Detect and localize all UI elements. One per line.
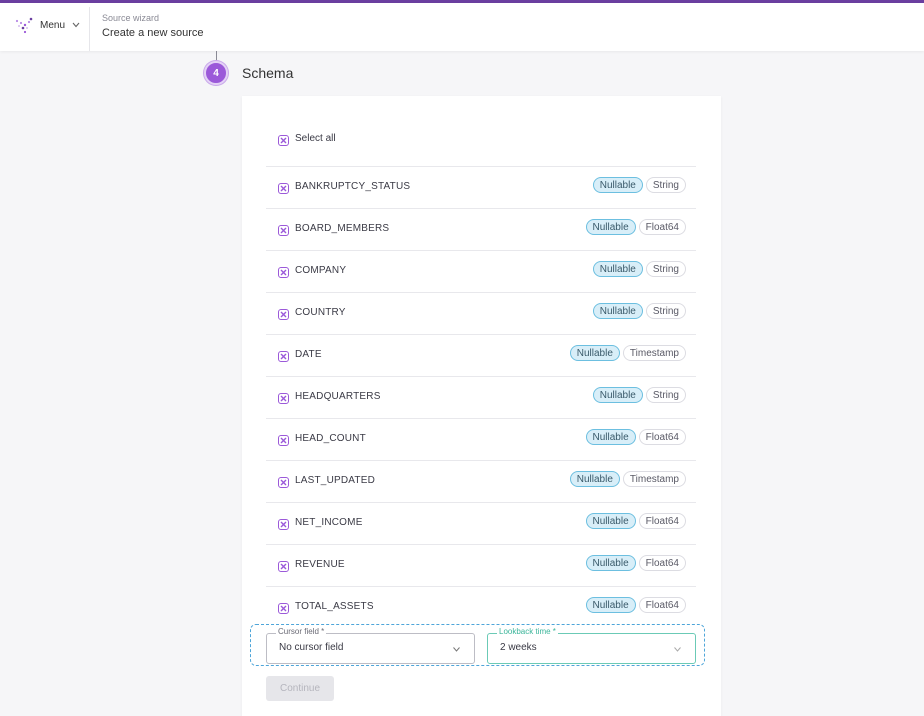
field-name: COMPANY [295, 265, 347, 276]
schema-field-row[interactable]: LAST_UPDATED Nullable Timestamp [266, 460, 696, 502]
field-badges: Nullable Float64 [585, 597, 686, 613]
lookback-time-label: Lookback time * [497, 627, 558, 636]
menu-button[interactable]: Menu [0, 3, 89, 51]
type-badge: Float64 [638, 555, 686, 571]
type-badge: Timestamp [622, 345, 686, 361]
schema-field-row[interactable]: HEADQUARTERS Nullable String [266, 376, 696, 418]
schema-field-row[interactable]: COMPANY Nullable String [266, 250, 696, 292]
cursor-field-label: Cursor field * [276, 627, 327, 636]
schema-field-row[interactable]: BOARD_MEMBERS Nullable Float64 [266, 208, 696, 250]
checkbox-checked-icon [278, 135, 289, 146]
type-badge: Float64 [638, 429, 686, 445]
nullable-badge: Nullable [585, 597, 636, 613]
schema-field-list: BANKRUPTCY_STATUS Nullable String BOARD_MEM… [266, 166, 696, 628]
checkbox-checked-icon[interactable] [278, 393, 289, 404]
lookback-time-value: 2 weeks [500, 642, 537, 653]
field-name: TOTAL_ASSETS [295, 601, 374, 612]
schema-field-row[interactable]: TOTAL_ASSETS Nullable Float64 [266, 586, 696, 628]
field-badges: Nullable String [592, 303, 686, 319]
schema-field-row[interactable]: BANKRUPTCY_STATUS Nullable String [266, 166, 696, 208]
field-name: BOARD_MEMBERS [295, 223, 390, 234]
schema-card: Select all BANKRUPTCY_STATUS Nullable Stri… [242, 96, 721, 716]
chevron-down-icon [674, 647, 681, 652]
nullable-badge: Nullable [585, 555, 636, 571]
checkbox-checked-icon[interactable] [278, 351, 289, 362]
checkbox-checked-icon[interactable] [278, 561, 289, 572]
continue-button[interactable]: Continue [266, 676, 334, 701]
field-name: NET_INCOME [295, 517, 363, 528]
chevron-down-icon [453, 647, 460, 652]
type-badge: Timestamp [622, 471, 686, 487]
nullable-badge: Nullable [569, 345, 620, 361]
checkbox-checked-icon[interactable] [278, 309, 289, 320]
type-badge: String [645, 177, 686, 193]
field-name: LAST_UPDATED [295, 475, 376, 486]
field-badges: Nullable Float64 [585, 555, 686, 571]
checkbox-checked-icon[interactable] [278, 225, 289, 236]
schema-field-row[interactable]: DATE Nullable Timestamp [266, 334, 696, 376]
field-badges: Nullable Float64 [585, 513, 686, 529]
checkbox-checked-icon[interactable] [278, 603, 289, 614]
header-divider [89, 7, 90, 51]
field-badges: Nullable Timestamp [569, 345, 686, 361]
type-badge: String [645, 261, 686, 277]
chevron-down-icon [72, 22, 80, 28]
step-connector [216, 51, 217, 61]
checkbox-checked-icon[interactable] [278, 519, 289, 530]
field-badges: Nullable Timestamp [569, 471, 686, 487]
checkbox-checked-icon[interactable] [278, 477, 289, 488]
lookback-time-select[interactable]: Lookback time * 2 weeks [487, 627, 696, 664]
nullable-badge: Nullable [592, 261, 643, 277]
cursor-field-value: No cursor field [279, 642, 344, 653]
nullable-badge: Nullable [592, 387, 643, 403]
app-header: Menu Source wizard Create a new source [0, 3, 924, 51]
field-badges: Nullable String [592, 387, 686, 403]
type-badge: Float64 [638, 597, 686, 613]
select-all-label: Select all [295, 133, 336, 144]
field-name: BANKRUPTCY_STATUS [295, 181, 411, 192]
field-badges: Nullable String [592, 177, 686, 193]
field-name: HEAD_COUNT [295, 433, 366, 444]
type-badge: Float64 [638, 219, 686, 235]
type-badge: String [645, 387, 686, 403]
field-badges: Nullable Float64 [585, 219, 686, 235]
field-badges: Nullable String [592, 261, 686, 277]
nullable-badge: Nullable [585, 513, 636, 529]
checkbox-checked-icon[interactable] [278, 183, 289, 194]
menu-label: Menu [40, 20, 66, 31]
checkbox-checked-icon[interactable] [278, 435, 289, 446]
field-name: HEADQUARTERS [295, 391, 381, 402]
schema-field-row[interactable]: HEAD_COUNT Nullable Float64 [266, 418, 696, 460]
field-name: DATE [295, 349, 322, 360]
step-number-badge: 4 [204, 61, 228, 85]
nullable-badge: Nullable [585, 429, 636, 445]
nullable-badge: Nullable [569, 471, 620, 487]
field-name: REVENUE [295, 559, 345, 570]
field-name: COUNTRY [295, 307, 346, 318]
step-number: 4 [213, 67, 219, 79]
step-title: Schema [242, 65, 294, 81]
page-title: Create a new source [102, 27, 204, 39]
schema-field-row[interactable]: NET_INCOME Nullable Float64 [266, 502, 696, 544]
type-badge: String [645, 303, 686, 319]
cursor-field-select[interactable]: Cursor field * No cursor field [266, 627, 475, 664]
nullable-badge: Nullable [592, 177, 643, 193]
logo-icon [15, 17, 33, 34]
schema-field-row[interactable]: REVENUE Nullable Float64 [266, 544, 696, 586]
schema-field-row[interactable]: COUNTRY Nullable String [266, 292, 696, 334]
breadcrumb-parent: Source wizard [102, 13, 160, 23]
field-badges: Nullable Float64 [585, 429, 686, 445]
nullable-badge: Nullable [592, 303, 643, 319]
checkbox-checked-icon[interactable] [278, 267, 289, 278]
nullable-badge: Nullable [585, 219, 636, 235]
type-badge: Float64 [638, 513, 686, 529]
